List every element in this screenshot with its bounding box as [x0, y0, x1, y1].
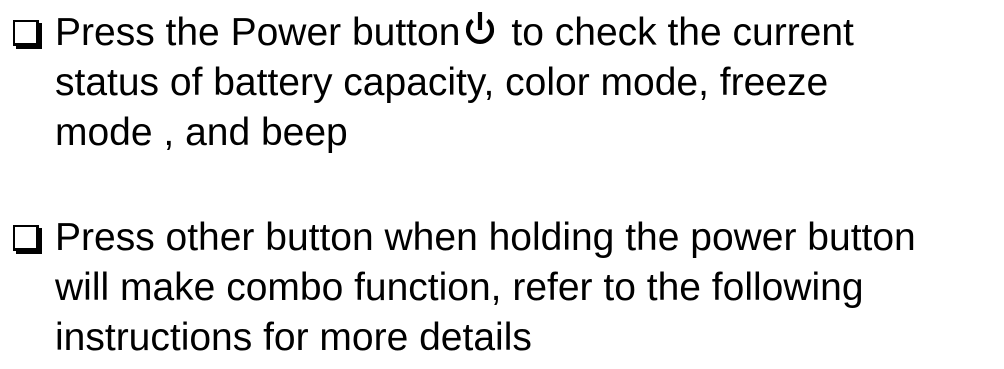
power-icon [463, 11, 497, 47]
bullet-text: Press the Power button to check the curre… [55, 8, 1000, 158]
bullet-line: mode , and beep [55, 111, 348, 154]
bullet-line: Press the Power button to check the curre… [55, 8, 1000, 58]
bullet-line: Press other button when holding the powe… [55, 216, 916, 259]
bullet-text: Press other button when holding the powe… [55, 213, 1000, 363]
bullet-line: status of battery capacity, color mode, … [55, 61, 829, 104]
checkbox-bullet-icon [13, 20, 39, 46]
bullet-line: instructions for more details [55, 316, 532, 359]
checkbox-bullet-icon [13, 225, 39, 251]
bullet-text-segment: Press the Power button [55, 11, 461, 54]
bullet-text-segment: to check the current [511, 11, 854, 54]
bullet-line: will make combo function, refer to the f… [55, 266, 864, 309]
instruction-slide: Press the Power button to check the curre… [0, 0, 1004, 369]
